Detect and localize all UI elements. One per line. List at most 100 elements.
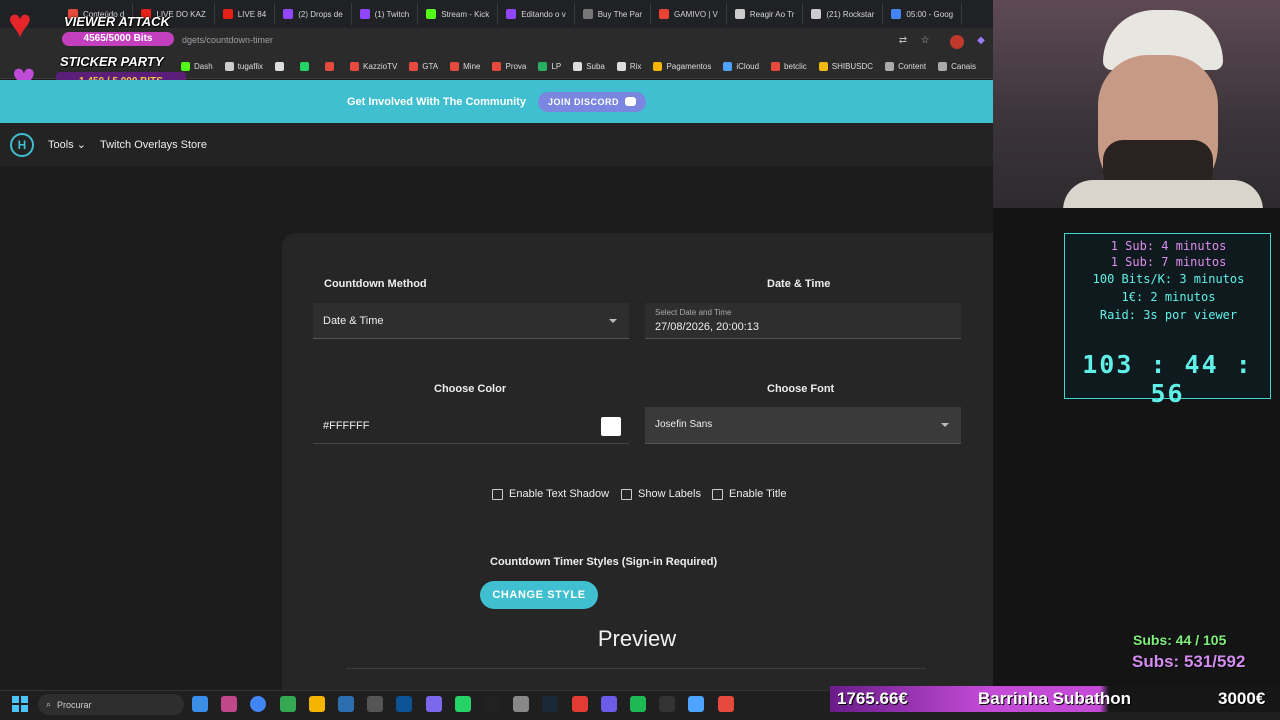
enable-title-checkbox[interactable]: Enable Title xyxy=(712,488,786,500)
capcut-icon[interactable] xyxy=(367,696,384,712)
bookmark-item[interactable] xyxy=(294,62,319,71)
bookmark-item[interactable]: KazzioTV xyxy=(344,62,403,71)
countdown-method-label: Countdown Method xyxy=(324,278,427,290)
tab-label: 05:00 - Goog xyxy=(906,9,954,19)
browser-tab[interactable]: Editando o v xyxy=(498,3,575,25)
bookmark-item[interactable]: Mine xyxy=(444,62,486,71)
bookmark-favicon-icon xyxy=(771,62,781,71)
datetime-input[interactable]: Select Date and Time 27/08/2026, 20:00:1… xyxy=(645,303,961,339)
calendar-icon[interactable] xyxy=(600,696,617,712)
file-explorer-icon[interactable] xyxy=(308,696,325,712)
rule-line-text: 1 Sub: 7 minutos xyxy=(1110,255,1227,269)
browser-tab[interactable]: (2) Drops de xyxy=(275,3,352,25)
bookmark-label: betclic xyxy=(784,62,807,71)
bookmark-star-icon[interactable]: ☆ xyxy=(919,35,931,47)
subs-progress-small: Subs: 44 / 105 xyxy=(1133,632,1227,648)
epic-games-icon[interactable] xyxy=(484,696,500,712)
bookmark-item[interactable] xyxy=(269,62,294,71)
extension-icon[interactable]: ◆ xyxy=(975,35,987,47)
calculator-icon[interactable] xyxy=(338,696,354,712)
browser-tab[interactable]: Buy The Par xyxy=(575,3,652,25)
bookmark-item[interactable]: Suba xyxy=(567,62,611,71)
nav-overlays-store[interactable]: Twitch Overlays Store xyxy=(100,139,207,151)
browser-tab[interactable]: LIVE 84 xyxy=(215,3,276,25)
banner-text: Get Involved With The Community xyxy=(347,95,526,108)
photos-icon[interactable] xyxy=(192,696,208,712)
translate-icon[interactable]: ⇄ xyxy=(897,35,909,47)
change-style-button[interactable]: CHANGE STYLE xyxy=(480,581,598,609)
enable-title-label: Enable Title xyxy=(729,488,787,500)
checkbox-icon xyxy=(712,488,723,500)
bookmark-favicon-icon xyxy=(492,62,502,71)
timer-styles-label: Countdown Timer Styles (Sign-in Required… xyxy=(490,556,718,568)
obs-icon[interactable] xyxy=(513,696,530,712)
datetime-field-label: Select Date and Time xyxy=(655,308,732,317)
rule-line-text: 1 Sub: 4 minutos xyxy=(1110,239,1227,253)
tab-favicon-icon xyxy=(659,9,670,19)
bookmark-item[interactable]: Pagamentos xyxy=(647,62,717,71)
site-logo[interactable]: H xyxy=(10,132,34,157)
color-input[interactable]: #FFFFFF xyxy=(313,408,629,444)
browser-tab[interactable]: Stream - Kick xyxy=(418,3,499,25)
url-text[interactable]: dgets/countdown-timer xyxy=(182,35,273,45)
bookmark-favicon-icon xyxy=(573,62,583,71)
join-discord-button[interactable]: JOIN DISCORD xyxy=(537,91,646,112)
bookmark-label: Prova xyxy=(505,62,527,71)
notepad-icon[interactable] xyxy=(688,696,705,712)
bookmark-favicon-icon xyxy=(224,62,234,71)
color-swatch[interactable] xyxy=(601,417,621,436)
show-labels-checkbox[interactable]: Show Labels xyxy=(621,488,701,500)
bookmark-item[interactable]: iCloud xyxy=(717,62,765,71)
bookmark-item[interactable]: tugaflix xyxy=(219,62,269,71)
browser-tab[interactable]: (21) Rockstar xyxy=(803,3,884,25)
enable-text-shadow-checkbox[interactable]: Enable Text Shadow xyxy=(492,488,609,500)
datetime-value: 27/08/2026, 20:00:13 xyxy=(655,321,759,333)
bookmark-favicon-icon xyxy=(325,62,335,71)
capcut-icon[interactable] xyxy=(659,696,676,712)
app-icon[interactable] xyxy=(571,696,588,712)
bookmark-label: Canais xyxy=(951,62,977,71)
choose-font-label: Choose Font xyxy=(767,383,835,395)
app-icon[interactable] xyxy=(717,696,734,712)
tab-label: Reagir Ao Tr xyxy=(749,9,795,19)
tab-label: LIVE 84 xyxy=(237,9,267,19)
subs-progress-large: Subs: 531/592 xyxy=(1132,652,1246,671)
chrome-canary-icon[interactable] xyxy=(279,696,296,712)
bookmark-item[interactable]: SHIBUSDC xyxy=(813,62,879,71)
whatsapp-icon[interactable] xyxy=(454,696,471,712)
bookmark-item[interactable] xyxy=(319,62,344,71)
rule-line: 1 Sub: 4 minutos xyxy=(1065,239,1272,253)
browser-tab[interactable]: 05:00 - Goog xyxy=(883,3,963,25)
discord-icon[interactable] xyxy=(425,696,442,712)
discord-icon xyxy=(624,97,636,106)
color-value: #FFFFFF xyxy=(323,420,370,432)
tab-favicon-icon xyxy=(426,9,437,19)
bookmark-item[interactable]: GTA xyxy=(403,62,444,71)
bookmark-item[interactable]: LP xyxy=(532,62,567,71)
rule-line: 1€: 2 minutos xyxy=(1065,290,1272,304)
photoshop-icon[interactable] xyxy=(396,696,413,712)
caret-down-icon xyxy=(609,319,617,323)
bookmark-item[interactable]: Prova xyxy=(486,62,532,71)
tab-label: (21) Rockstar xyxy=(826,9,875,19)
bookmark-label: Dash xyxy=(194,62,213,71)
font-select[interactable]: Josefin Sans xyxy=(645,407,961,444)
browser-tab[interactable]: Reagir Ao Tr xyxy=(727,3,804,25)
bookmark-item[interactable]: betclic xyxy=(765,62,813,71)
nav-tools-label: Tools xyxy=(48,139,74,151)
bookmark-item[interactable]: Rix xyxy=(611,62,648,71)
steam-icon[interactable] xyxy=(542,696,559,712)
instagram-icon[interactable] xyxy=(221,696,238,712)
extension-icon[interactable] xyxy=(950,35,964,49)
spotify-icon[interactable] xyxy=(630,696,646,712)
browser-tab[interactable]: GAMIVO | V xyxy=(651,3,727,25)
countdown-method-value: Date & Time xyxy=(323,315,384,327)
browser-tab[interactable]: (1) Twitch xyxy=(352,3,419,25)
bookmark-item[interactable]: Canais xyxy=(932,62,982,71)
taskbar-search[interactable]: ⌕ Procurar xyxy=(38,694,184,715)
nav-tools[interactable]: Tools ⌄ xyxy=(48,138,86,151)
tab-label: (2) Drops de xyxy=(298,9,343,19)
bookmark-item[interactable]: Content xyxy=(879,62,932,71)
windows-start-icon[interactable] xyxy=(12,696,28,712)
countdown-method-select[interactable]: Date & Time xyxy=(313,303,629,339)
